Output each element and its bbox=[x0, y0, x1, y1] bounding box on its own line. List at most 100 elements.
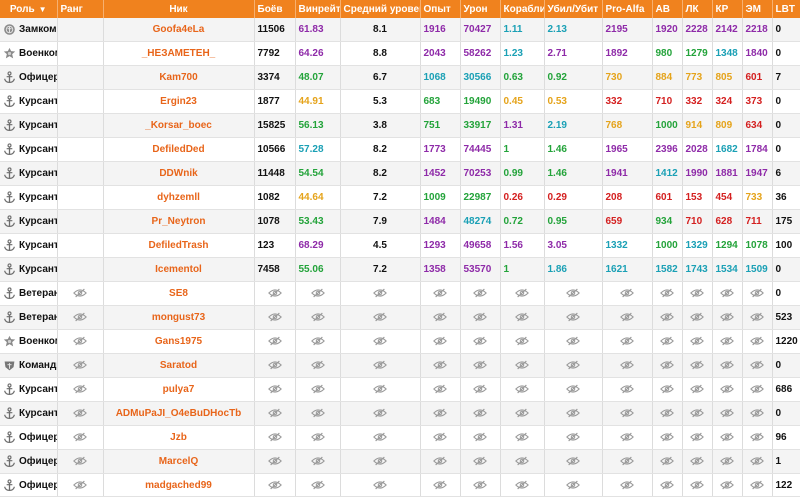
header-rank[interactable]: Ранг bbox=[57, 0, 104, 18]
cell-xp bbox=[420, 449, 461, 474]
cell-kd: 3.05 bbox=[544, 233, 603, 258]
cell-av: 2396 bbox=[652, 137, 683, 162]
cell-avg-level: 4.5 bbox=[340, 233, 421, 258]
cell-kr: 805 bbox=[712, 65, 743, 90]
cell-nick[interactable]: Pr_Neytron bbox=[103, 209, 255, 234]
cell-kd bbox=[544, 449, 603, 474]
player-nick-link[interactable]: Saratod bbox=[160, 360, 197, 371]
cell-lbt: 0 bbox=[772, 353, 800, 378]
header-lbt[interactable]: LBT bbox=[772, 0, 800, 18]
cell-em bbox=[742, 425, 773, 450]
header-lk[interactable]: ЛК bbox=[682, 0, 713, 18]
cell-kd: 0.53 bbox=[544, 89, 603, 114]
cell-avg-level bbox=[340, 377, 421, 402]
player-nick-link[interactable]: pulya7 bbox=[163, 384, 195, 395]
anchor-icon bbox=[3, 215, 16, 228]
cell-winrate bbox=[295, 305, 341, 330]
role-label: Ветеран bbox=[19, 288, 57, 300]
header-xp[interactable]: Опыт bbox=[420, 0, 461, 18]
cell-battles bbox=[254, 329, 296, 354]
player-nick-link[interactable]: Pr_Neytron bbox=[152, 216, 206, 227]
cell-kr bbox=[712, 425, 743, 450]
cell-nick[interactable]: SE8 bbox=[103, 281, 255, 306]
cell-rank bbox=[57, 185, 104, 210]
player-nick-link[interactable]: DefiledDed bbox=[152, 144, 204, 155]
cell-avg-level bbox=[340, 281, 421, 306]
cell-lbt: 100 bbox=[772, 233, 800, 258]
cell-rank bbox=[57, 137, 104, 162]
player-nick-link[interactable]: DDWnik bbox=[159, 168, 197, 179]
header-battles[interactable]: Боёв bbox=[254, 0, 296, 18]
cell-nick[interactable]: madgached99 bbox=[103, 473, 255, 497]
player-nick-link[interactable]: Icementol bbox=[155, 264, 202, 275]
cell-nick[interactable]: DefiledTrash bbox=[103, 233, 255, 258]
cell-nick[interactable]: Kam700 bbox=[103, 65, 255, 90]
player-nick-link[interactable]: DefiledTrash bbox=[148, 240, 208, 251]
player-nick-link[interactable]: Ergin23 bbox=[160, 96, 197, 107]
clan-members-table: Роль ▼ Ранг Ник Боёв Винрейт Средний уров… bbox=[0, 0, 800, 497]
hidden-stats-icon bbox=[267, 288, 282, 298]
cell-battles: 1078 bbox=[254, 209, 296, 234]
hidden-stats-icon bbox=[515, 360, 529, 370]
header-kr[interactable]: КР bbox=[712, 0, 743, 18]
cell-xp bbox=[420, 305, 461, 330]
role-label: Курсант bbox=[19, 168, 57, 180]
hidden-stats-icon bbox=[720, 432, 734, 442]
header-ships[interactable]: Корабли bbox=[500, 0, 545, 18]
player-nick-link[interactable]: SE8 bbox=[169, 288, 188, 299]
header-damage[interactable]: Урон bbox=[460, 0, 501, 18]
cell-ships bbox=[500, 425, 545, 450]
cell-lbt: 0 bbox=[772, 18, 800, 42]
cell-nick[interactable]: Gans1975 bbox=[103, 329, 255, 354]
header-kd[interactable]: Убил/Убит bbox=[544, 0, 603, 18]
hidden-stats-icon bbox=[433, 408, 447, 418]
player-nick-link[interactable]: Jzb bbox=[170, 432, 187, 443]
cell-role: Военком bbox=[0, 41, 58, 66]
cell-nick[interactable]: Goofa4eLa bbox=[103, 18, 255, 42]
cell-lk: 332 bbox=[682, 89, 713, 114]
hidden-stats-icon bbox=[690, 312, 704, 322]
cell-lk: 1279 bbox=[682, 41, 713, 66]
cell-nick[interactable]: _НЕЗАМЕТЕН_ bbox=[103, 41, 255, 66]
player-nick-link[interactable]: madgached99 bbox=[145, 480, 212, 491]
player-nick-link[interactable]: Gans1975 bbox=[155, 336, 202, 347]
role-label: Военком bbox=[19, 48, 56, 60]
player-nick-link[interactable]: Goofa4eLa bbox=[153, 24, 205, 35]
cell-em: 2218 bbox=[742, 18, 773, 42]
cell-kr bbox=[712, 329, 743, 354]
sort-desc-icon[interactable]: ▼ bbox=[39, 5, 47, 14]
cell-nick[interactable]: DefiledDed bbox=[103, 137, 255, 162]
hidden-stats-icon bbox=[620, 360, 634, 370]
header-av[interactable]: АВ bbox=[652, 0, 683, 18]
cell-nick[interactable]: Ergin23 bbox=[103, 89, 255, 114]
hidden-stats-icon bbox=[267, 456, 282, 466]
player-nick-link[interactable]: mongust73 bbox=[152, 312, 205, 323]
cell-nick[interactable]: Jzb bbox=[103, 425, 255, 450]
cell-nick[interactable]: MarcelQ bbox=[103, 449, 255, 474]
cell-avg-level bbox=[340, 305, 421, 330]
player-nick-link[interactable]: MarcelQ bbox=[159, 456, 198, 467]
header-nick[interactable]: Ник bbox=[103, 0, 255, 18]
cell-kd bbox=[544, 305, 603, 330]
header-em[interactable]: ЭМ bbox=[742, 0, 773, 18]
cell-nick[interactable]: pulya7 bbox=[103, 377, 255, 402]
cell-nick[interactable]: DDWnik bbox=[103, 161, 255, 186]
header-avg-level[interactable]: Средний уровень bbox=[340, 0, 421, 18]
cell-nick[interactable]: dyhzemll bbox=[103, 185, 255, 210]
header-role[interactable]: Роль ▼ bbox=[0, 0, 58, 18]
player-nick-link[interactable]: dyhzemll bbox=[157, 192, 200, 203]
cell-nick[interactable]: Saratod bbox=[103, 353, 255, 378]
header-pro-alfa[interactable]: Pro-Alfa bbox=[602, 0, 653, 18]
cell-role: Курсант bbox=[0, 137, 58, 162]
cell-avg-level: 8.2 bbox=[340, 137, 421, 162]
player-nick-link[interactable]: Kam700 bbox=[159, 72, 197, 83]
cell-kr: 1682 bbox=[712, 137, 743, 162]
player-nick-link[interactable]: _Korsar_boec bbox=[145, 120, 212, 131]
header-winrate[interactable]: Винрейт bbox=[295, 0, 341, 18]
player-nick-link[interactable]: _НЕЗАМЕТЕН_ bbox=[142, 48, 216, 59]
cell-nick[interactable]: mongust73 bbox=[103, 305, 255, 330]
anchor-icon bbox=[3, 431, 16, 444]
cell-nick[interactable]: Icementol bbox=[103, 257, 255, 282]
cell-nick[interactable]: _Korsar_boec bbox=[103, 113, 255, 138]
cell-pro-alfa: 1332 bbox=[602, 233, 653, 258]
